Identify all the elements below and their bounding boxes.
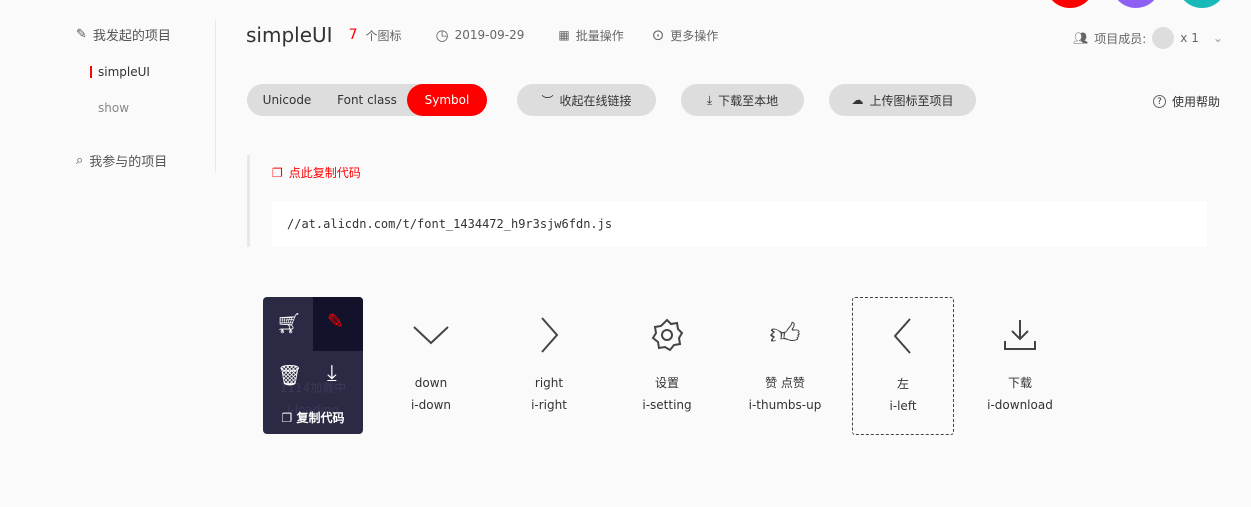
- icon-name: 左: [896, 377, 909, 391]
- icon-code: i-left: [889, 399, 917, 413]
- sidebar-item-simpleui[interactable]: simpleUI: [76, 60, 215, 84]
- tab-font-class[interactable]: Font class: [327, 84, 407, 116]
- copy-code-button[interactable]: ❐ 点此复制代码: [272, 164, 361, 181]
- icon-name: down: [414, 376, 448, 390]
- page-title: simpleUI: [246, 23, 333, 47]
- icon-code: i-download: [987, 398, 1053, 412]
- icon-name: right: [534, 376, 564, 390]
- icon-code: i-down: [410, 398, 452, 412]
- help-button[interactable]: ? 使用帮助: [1153, 93, 1220, 110]
- icon-card-right[interactable]: right i-right: [499, 297, 599, 434]
- icon-card-setting[interactable]: 设置 i-setting: [617, 297, 717, 434]
- delete-icon[interactable]: 🗑︎: [277, 363, 302, 387]
- chevron-right-icon: [541, 316, 559, 353]
- cloud-upload-icon: ☁: [851, 93, 864, 107]
- code-url: //at.alicdn.com/t/font_1434472_h9r3sjw6f…: [272, 201, 1207, 247]
- member-avatar: [1152, 27, 1175, 49]
- format-tabs: Unicode Font class Symbol: [247, 84, 487, 116]
- cart-icon[interactable]: 🛒︎: [276, 311, 301, 335]
- icon-card-loading[interactable]: 1114加载中 i-loading 🛒︎ ✎ 🗑︎ ⤓ ❐ 复制代码: [263, 297, 363, 434]
- avatar-red[interactable]: [1046, 0, 1094, 8]
- code-panel: ❐ 点此复制代码 //at.alicdn.com/t/font_1434472_h…: [247, 155, 1207, 247]
- icon-code: i-right: [531, 398, 567, 412]
- download-icon[interactable]: ⤓: [327, 361, 337, 386]
- clock-icon: ◷: [435, 26, 449, 44]
- chevron-down-icon: ⌄: [1212, 31, 1223, 45]
- search-doc-icon: ⌕: [76, 152, 84, 168]
- batch-button[interactable]: ▦ 批量操作: [558, 27, 623, 44]
- thumbs-up-icon: 👍︎: [769, 316, 801, 352]
- collapse-link-button[interactable]: ︶ 收起在线链接: [517, 84, 656, 116]
- avatar-purple[interactable]: [1112, 0, 1160, 8]
- avatar-teal[interactable]: [1178, 0, 1226, 8]
- gear-icon: [651, 318, 684, 351]
- icon-card-down[interactable]: down i-down: [381, 297, 481, 434]
- icon-count: 7: [348, 27, 358, 43]
- batch-icon: ▦: [558, 28, 570, 42]
- sidebar: ✎ 我发起的项目 simpleUI show ⌕ 我参与的项目: [76, 20, 216, 172]
- icon-code: i-thumbs-up: [748, 398, 822, 412]
- upload-button[interactable]: ☁ 上传图标至项目: [829, 84, 976, 116]
- icon-count-label: 个图标: [365, 28, 402, 43]
- more-icon: ⊙: [651, 26, 665, 44]
- chevron-left-icon: [893, 317, 911, 354]
- icon-code: i-setting: [642, 398, 692, 412]
- more-button[interactable]: ⊙ 更多操作: [652, 26, 719, 44]
- icon-card-left[interactable]: 左 i-left: [852, 297, 954, 435]
- sidebar-item-show[interactable]: show: [76, 96, 215, 120]
- sidebar-joined-projects[interactable]: ⌕ 我参与的项目: [76, 146, 215, 174]
- icon-card-thumbs-up[interactable]: 👍︎ 赞 点赞 i-thumbs-up: [735, 297, 835, 434]
- date: ◷ 2019-09-29: [435, 26, 525, 44]
- project-header: simpleUI 7 个图标 ◷ 2019-09-29 ▦ 批量操作 ⊙ 更多操作: [246, 20, 718, 50]
- sidebar-my-projects[interactable]: ✎ 我发起的项目: [76, 20, 215, 48]
- members-icon: 👥︎: [1073, 31, 1089, 45]
- icon-name: 赞 点赞: [765, 376, 805, 390]
- icon-name: 设置: [654, 376, 679, 390]
- icon-card-download[interactable]: 下载 i-download: [970, 297, 1070, 434]
- tab-unicode[interactable]: Unicode: [247, 84, 327, 116]
- eye-closed-icon: ︶: [541, 93, 554, 108]
- copy-icon: ❐: [281, 411, 293, 425]
- icon-name: 下载: [1007, 376, 1032, 390]
- download-button[interactable]: ⤓ 下载至本地: [681, 84, 804, 116]
- edit-doc-icon: ✎: [76, 26, 87, 42]
- project-members[interactable]: 👥︎ 项目成员: x 1 ⌄: [1073, 27, 1223, 49]
- copy-code-button[interactable]: ❐ 复制代码: [263, 409, 363, 426]
- copy-icon: ❐: [272, 165, 283, 180]
- edit-icon[interactable]: ✎: [327, 309, 344, 333]
- download-icon: [1004, 319, 1036, 350]
- download-icon: ⤓: [706, 92, 713, 107]
- tab-symbol[interactable]: Symbol: [407, 84, 487, 116]
- help-icon: ?: [1153, 95, 1166, 108]
- chevron-down-icon: [413, 325, 449, 344]
